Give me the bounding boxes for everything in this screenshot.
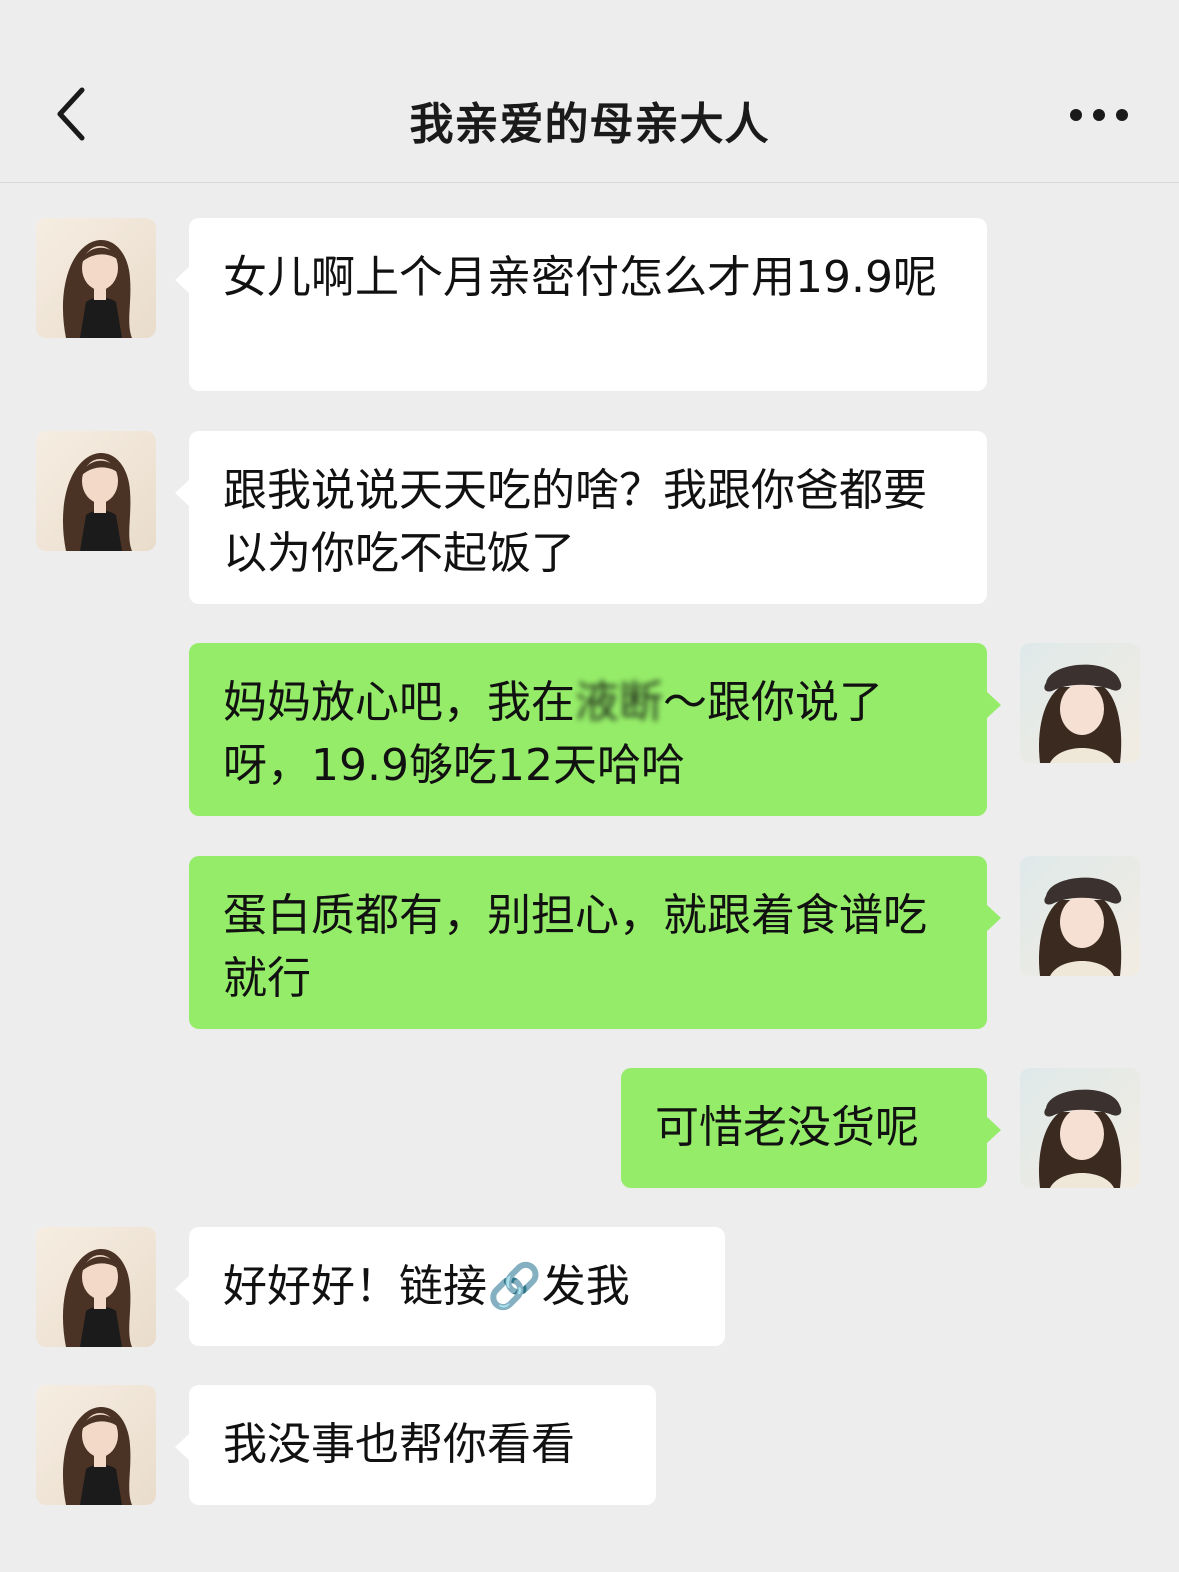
chat-title: 我亲爱的母亲大人: [409, 99, 770, 150]
contact-avatar[interactable]: [36, 1227, 156, 1347]
message-text: 我没事也帮你看看: [223, 1419, 575, 1470]
message-bubble-outgoing[interactable]: 可惜老没货呢: [621, 1068, 1001, 1188]
self-avatar[interactable]: [1020, 1068, 1140, 1188]
contact-avatar[interactable]: [36, 1385, 156, 1505]
message-text-part: 发我: [541, 1261, 630, 1312]
more-button[interactable]: [1059, 90, 1139, 140]
contact-avatar[interactable]: [36, 218, 156, 338]
message-text: 蛋白质都有，别担心，就跟着食谱吃就行: [223, 890, 927, 1004]
chat-header: 我亲爱的母亲大人: [0, 0, 1179, 183]
message-text: 跟我说说天天吃的啥？我跟你爸都要以为你吃不起饭了: [223, 465, 927, 579]
self-avatar[interactable]: [1020, 643, 1140, 763]
message-bubble-incoming[interactable]: 跟我说说天天吃的啥？我跟你爸都要以为你吃不起饭了: [175, 431, 987, 604]
message-text-part: 好好好！链接: [223, 1261, 487, 1312]
message-text: 女儿啊上个月亲密付怎么才用19.9呢: [223, 252, 937, 303]
blurred-word: 液断: [575, 677, 663, 728]
message-bubble-outgoing[interactable]: 妈妈放心吧，我在液断～跟你说了呀，19.9够吃12天哈哈: [189, 643, 1001, 816]
message-bubble-incoming[interactable]: 我没事也帮你看看: [175, 1385, 656, 1505]
message-text-part: 妈妈放心吧，我在: [223, 677, 575, 728]
message-bubble-incoming[interactable]: 女儿啊上个月亲密付怎么才用19.9呢: [175, 218, 987, 391]
message-bubble-outgoing[interactable]: 蛋白质都有，别担心，就跟着食谱吃就行: [189, 856, 1001, 1029]
message-text: 可惜老没货呢: [655, 1102, 919, 1153]
message-bubble-incoming[interactable]: 好好好！链接🔗发我: [175, 1227, 725, 1346]
contact-avatar[interactable]: [36, 431, 156, 551]
link-emoji-icon: 🔗: [487, 1261, 542, 1312]
more-dots-icon: [1070, 109, 1128, 121]
self-avatar[interactable]: [1020, 856, 1140, 976]
